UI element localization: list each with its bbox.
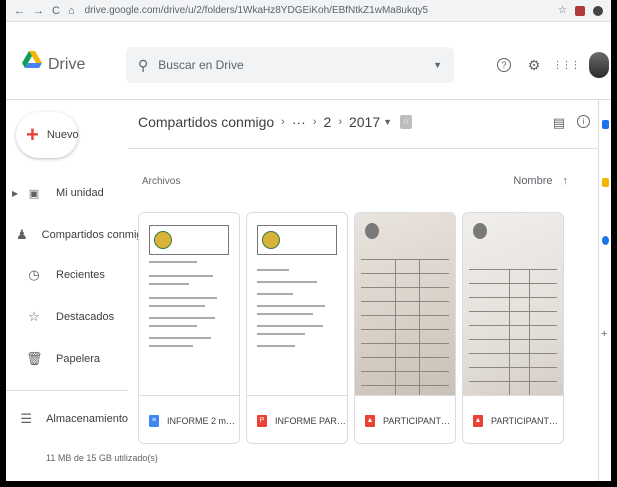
tasks-icon[interactable] xyxy=(602,236,609,245)
file-name[interactable]: PARTICIPANTES UDEC.jp... xyxy=(383,416,455,426)
chevron-right-icon: › xyxy=(281,116,285,128)
breadcrumb-folder-2[interactable]: 2 xyxy=(324,114,332,130)
breadcrumb: Compartidos conmigo › ··· › 2 › 2017 ▼ ⚇ xyxy=(138,114,413,130)
file-thumbnail[interactable] xyxy=(139,213,239,395)
help-icon[interactable]: ? xyxy=(497,58,511,72)
keep-icon[interactable] xyxy=(602,178,609,187)
bookmark-star-icon[interactable]: ☆ xyxy=(558,5,567,16)
home-icon[interactable]: ⌂ xyxy=(68,5,75,17)
file-thumbnail[interactable] xyxy=(247,213,347,395)
google-docs-icon: ≡ xyxy=(149,414,159,427)
file-thumbnail[interactable] xyxy=(463,213,563,395)
file-card[interactable]: P INFORME PARA EVENTO... xyxy=(246,212,348,444)
add-addon-icon[interactable]: + xyxy=(601,328,608,340)
main-content: Compartidos conmigo › ··· › 2 › 2017 ▼ ⚇… xyxy=(128,100,598,481)
plus-icon: + xyxy=(26,122,39,147)
chevron-right-icon: › xyxy=(312,116,317,128)
info-icon[interactable]: i xyxy=(577,115,590,128)
arrow-up-icon[interactable]: ↑ xyxy=(563,175,569,187)
expand-caret-icon[interactable]: ▶ xyxy=(12,189,22,198)
search-bar[interactable]: ⚲ Buscar en Drive ▼ xyxy=(126,47,454,83)
address-bar[interactable]: drive.google.com/drive/u/2/folders/1WkaH… xyxy=(85,5,505,16)
file-name[interactable]: PARTICIPANTES.jpeg xyxy=(491,416,563,426)
sidebar-item-my-drive[interactable]: ▶ ▣ Mi unidad xyxy=(6,181,128,205)
sidebar-item-shared[interactable]: ♟ Compartidos conmigo xyxy=(6,223,149,247)
search-input[interactable]: Buscar en Drive xyxy=(158,58,243,72)
breadcrumb-shared[interactable]: Compartidos conmigo xyxy=(138,114,274,130)
shared-people-icon: ♟ xyxy=(16,227,28,242)
pdf-file-icon: P xyxy=(257,414,267,427)
app-title: Drive xyxy=(48,56,86,73)
chevron-right-icon: › xyxy=(338,116,342,128)
side-panel-rail: + xyxy=(598,100,611,481)
sidebar-item-label: Papelera xyxy=(56,353,101,365)
shared-folder-icon: ⚇ xyxy=(400,115,413,129)
star-icon: ☆ xyxy=(28,309,40,324)
new-button[interactable]: + Nuevo xyxy=(16,112,79,158)
search-options-icon[interactable]: ▼ xyxy=(433,60,442,70)
drive-window: ← → C ⌂ drive.google.com/drive/u/2/folde… xyxy=(6,0,611,481)
sidebar-item-starred[interactable]: ☆ Destacados xyxy=(6,305,128,329)
new-button-label: Nuevo xyxy=(46,129,79,141)
back-icon[interactable]: ← xyxy=(14,5,25,17)
sidebar-item-recent[interactable]: ◷ Recientes xyxy=(6,263,128,287)
sidebar-item-label: Almacenamiento xyxy=(46,413,128,425)
gear-icon[interactable]: ⚙ xyxy=(525,56,543,74)
sort-label[interactable]: Nombre xyxy=(513,175,552,187)
sort-control[interactable]: Nombre ↑ xyxy=(513,175,568,187)
file-name[interactable]: INFORME 2 monitorias d... xyxy=(167,416,239,426)
apps-grid-icon[interactable]: ⋮⋮⋮ xyxy=(553,56,581,74)
file-card[interactable]: ▲ PARTICIPANTES UDEC.jp... xyxy=(354,212,456,444)
image-file-icon: ▲ xyxy=(365,414,375,427)
list-view-icon[interactable]: ▤ xyxy=(553,115,565,131)
drive-logo-icon[interactable] xyxy=(22,50,42,70)
forward-icon[interactable]: → xyxy=(33,5,44,17)
files-section-label: Archivos xyxy=(142,176,181,187)
sidebar-item-storage[interactable]: ☰ Almacenamiento xyxy=(6,407,128,431)
file-card[interactable]: ≡ INFORME 2 monitorias d... xyxy=(138,212,240,444)
breadcrumb-more[interactable]: ··· xyxy=(292,114,306,130)
reload-icon[interactable]: C xyxy=(52,5,60,17)
sidebar-divider xyxy=(6,390,128,391)
search-icon[interactable]: ⚲ xyxy=(138,57,148,74)
avatar[interactable] xyxy=(589,52,609,78)
trash-icon: 🗑 xyxy=(26,351,43,366)
sidebar-item-label: Recientes xyxy=(56,269,105,281)
sidebar-item-trash[interactable]: 🗑 Papelera xyxy=(6,347,128,371)
sidebar-item-label: Mi unidad xyxy=(56,187,104,199)
clock-icon: ◷ xyxy=(28,267,40,282)
file-name[interactable]: INFORME PARA EVENTO... xyxy=(275,416,347,426)
profile-icon[interactable] xyxy=(593,5,603,16)
sidebar: + Nuevo ▶ ▣ Mi unidad ♟ Compartidos conm… xyxy=(6,100,158,481)
app-header: Drive ⚲ Buscar en Drive ▼ ? ⚙ ⋮⋮⋮ xyxy=(6,22,611,100)
calendar-icon[interactable] xyxy=(602,120,609,129)
file-card[interactable]: ▲ PARTICIPANTES.jpeg xyxy=(462,212,564,444)
extension-icon[interactable] xyxy=(575,5,585,16)
breadcrumb-folder-2017[interactable]: 2017 xyxy=(349,114,380,130)
main-divider xyxy=(128,148,598,149)
browser-nav: ← → C ⌂ xyxy=(14,5,75,17)
browser-toolbar: ← → C ⌂ drive.google.com/drive/u/2/folde… xyxy=(6,0,611,22)
sidebar-item-label: Destacados xyxy=(56,311,115,323)
my-drive-icon: ▣ xyxy=(28,187,40,200)
file-thumbnail[interactable] xyxy=(355,213,455,395)
image-file-icon: ▲ xyxy=(473,414,483,427)
chevron-down-icon[interactable]: ▼ xyxy=(383,117,392,127)
storage-icon: ☰ xyxy=(20,411,33,426)
